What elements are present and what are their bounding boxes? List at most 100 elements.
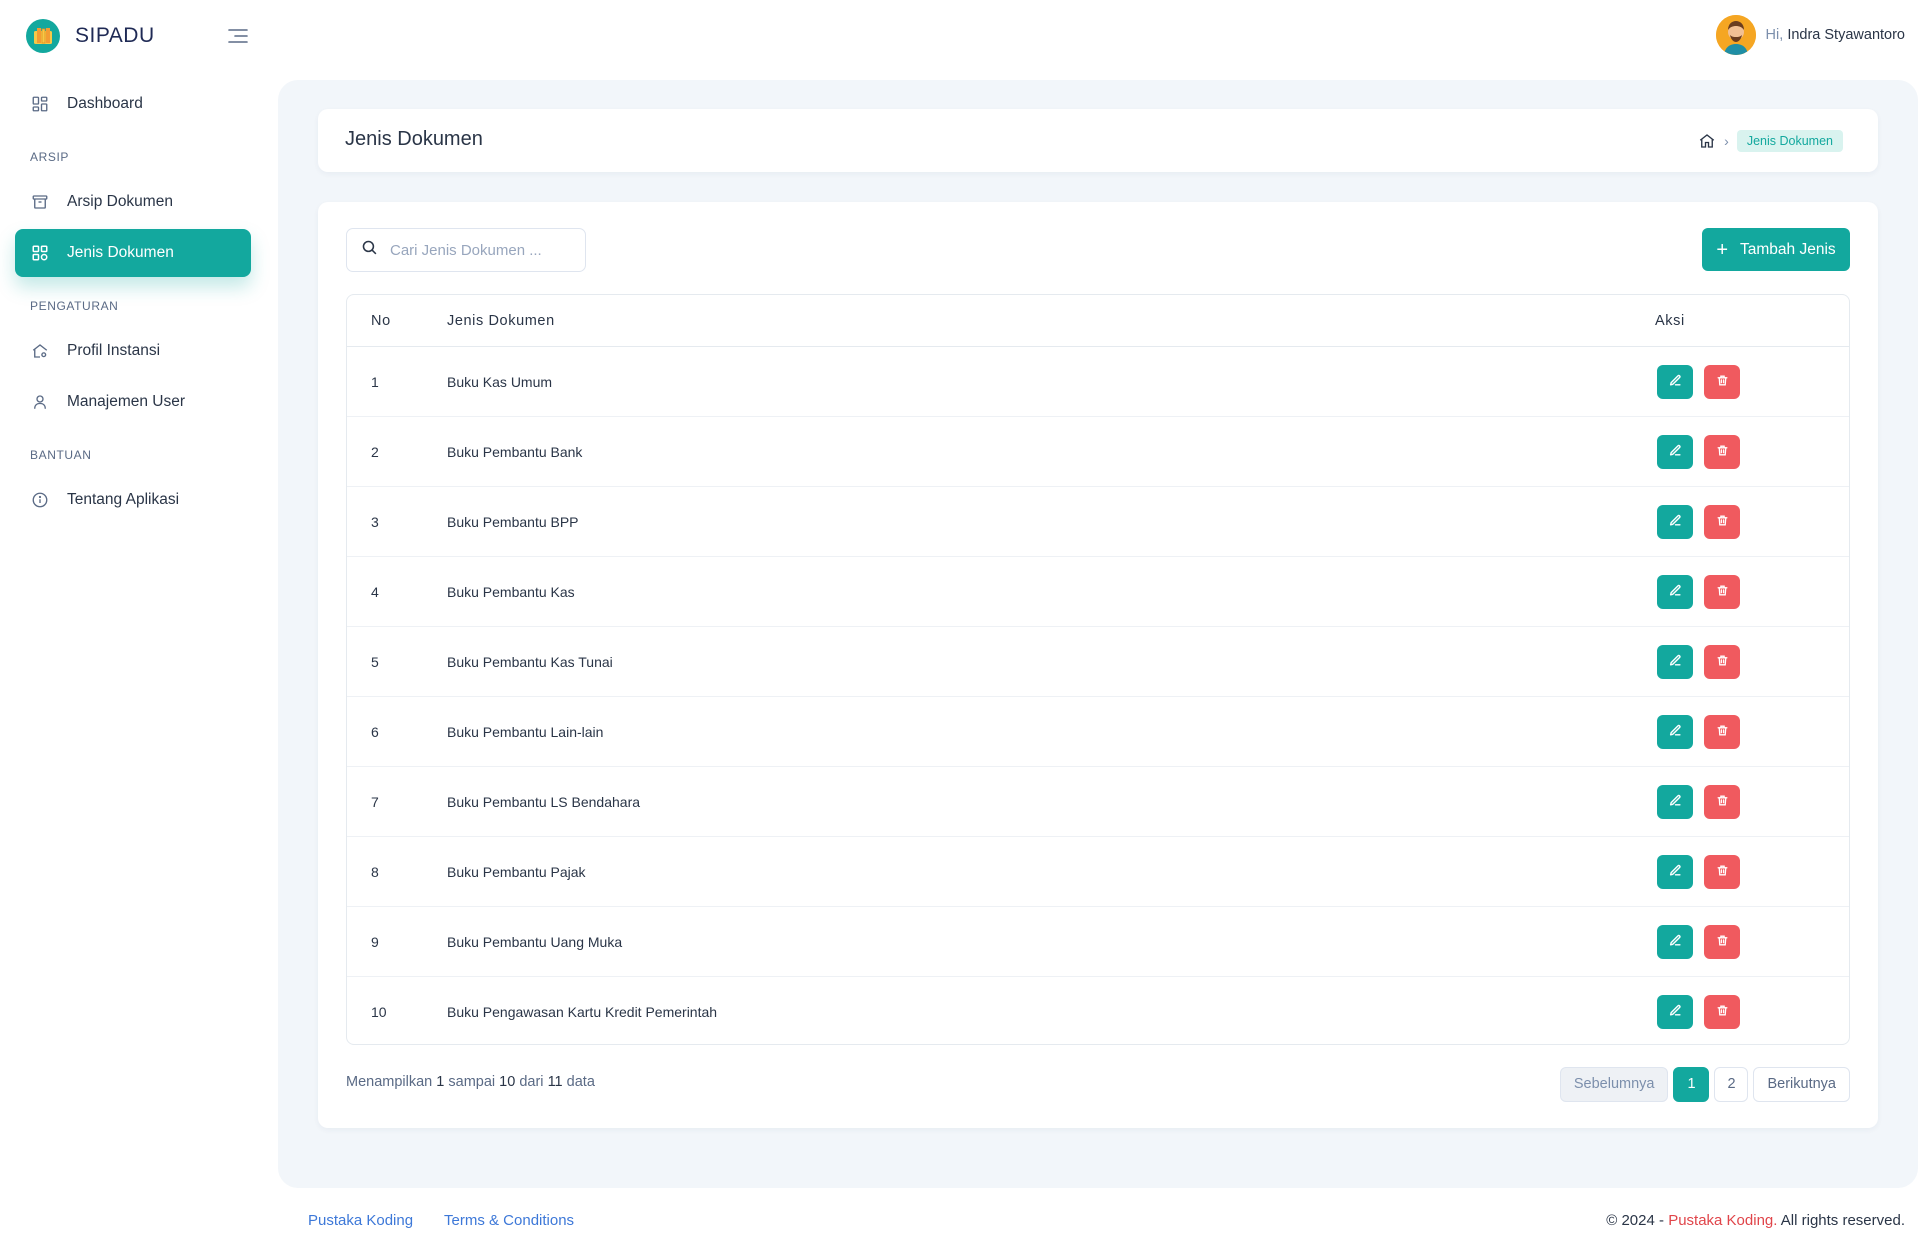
cell-aksi [1655,574,1849,609]
edit-icon [1669,374,1682,390]
home-settings-icon [30,341,50,361]
trash-icon [1716,444,1729,460]
sidebar-item-label: Tentang Aplikasi [67,491,180,508]
cell-jenis-dokumen: Buku Pembantu Uang Muka [447,933,623,950]
cell-jenis-dokumen: Buku Pembantu LS Bendahara [447,793,641,810]
cell-aksi [1655,995,1849,1029]
menu-toggle-icon[interactable] [226,24,250,48]
trash-icon [1716,654,1729,670]
sidebar-item-label: Dashboard [67,95,143,112]
edit-icon [1669,514,1682,530]
chevron-right-icon: › [1724,133,1729,149]
delete-button[interactable] [1704,995,1740,1029]
data-table: No Jenis Dokumen Aksi 1 Buku Kas Umum 2 Buk… [346,294,1850,1045]
sidebar-item-label: Profil Instansi [67,342,161,359]
edit-icon [1669,724,1682,740]
avatar[interactable] [1715,15,1756,55]
delete-button[interactable] [1704,574,1740,609]
sidebar-item-jenis-dokumen[interactable]: Jenis Dokumen [15,229,251,277]
edit-button[interactable] [1657,434,1693,469]
edit-button[interactable] [1657,924,1693,959]
copyright-brand-link[interactable]: Pustaka Koding. [1668,1212,1777,1229]
sidebar-section-arsip: ARSIP [30,150,70,164]
cell-aksi [1655,434,1849,469]
column-header-no[interactable]: No [347,313,447,329]
trash-icon [1716,514,1729,530]
greeting-text: Hi, [1765,27,1784,43]
app-name: SIPADU [75,24,155,47]
user-menu[interactable]: Hi, Indra Styawantoro [1715,14,1905,56]
cell-no: 9 [371,933,379,950]
table-row: 8 Buku Pembantu Pajak [347,837,1849,907]
cell-no: 4 [371,583,379,600]
delete-button[interactable] [1704,504,1740,539]
sidebar-item-dashboard[interactable]: Dashboard [15,80,251,128]
column-header-jenis[interactable]: Jenis Dokumen [447,313,1655,329]
sidebar-item-manajemen-user[interactable]: Manajemen User [15,378,251,426]
copyright: © 2024 - Pustaka Koding. All rights rese… [1606,1212,1905,1229]
delete-button[interactable] [1704,784,1740,819]
edit-button[interactable] [1657,784,1693,819]
copyright-prefix: © 2024 - [1606,1212,1665,1229]
cell-aksi [1655,364,1849,399]
table-row: 10 Buku Pengawasan Kartu Kredit Pemerinta… [347,977,1849,1044]
plus-icon: + [1716,238,1729,261]
table-row: 6 Buku Pembantu Lain-lain [347,697,1849,767]
add-jenis-button[interactable]: + Tambah Jenis [1702,228,1850,271]
edit-button[interactable] [1657,644,1693,679]
delete-button[interactable] [1704,644,1740,679]
cell-jenis-dokumen: Buku Pengawasan Kartu Kredit Pemerintah [447,1004,718,1020]
page-1-button[interactable]: 1 [1673,1066,1710,1102]
edit-button[interactable] [1657,574,1693,609]
cell-no: 1 [371,373,379,390]
sidebar-item-arsip-dokumen[interactable]: Arsip Dokumen [15,178,251,226]
user-icon [30,392,50,412]
sidebar-item-tentang-aplikasi[interactable]: Tentang Aplikasi [15,476,251,524]
info-icon [30,490,50,510]
footer-link-terms[interactable]: Terms & Conditions [444,1212,574,1229]
edit-button[interactable] [1657,995,1693,1029]
delete-button[interactable] [1704,364,1740,399]
sidebar-item-profil-instansi[interactable]: Profil Instansi [15,327,251,375]
edit-button[interactable] [1657,364,1693,399]
edit-button[interactable] [1657,504,1693,539]
cell-no: 7 [371,793,379,810]
home-icon[interactable] [1698,132,1716,150]
cell-aksi [1655,784,1849,819]
sidebar-item-label: Jenis Dokumen [67,244,174,261]
cell-jenis-dokumen: Buku Pembantu Bank [447,443,583,460]
table-card: + Tambah Jenis No Jenis Dokumen Aksi 1 Bu… [318,202,1878,1128]
page-2-button[interactable]: 2 [1714,1066,1749,1102]
cell-jenis-dokumen: Buku Pembantu Kas Tunai [447,653,613,670]
edit-icon [1669,654,1682,670]
search-box[interactable] [346,228,586,272]
delete-button[interactable] [1704,714,1740,749]
cell-aksi [1655,714,1849,749]
info-to: 10 [499,1074,516,1090]
brand[interactable]: SIPADU [26,18,155,54]
search-input[interactable] [390,241,570,259]
add-jenis-label: Tambah Jenis [1740,240,1836,258]
delete-button[interactable] [1704,434,1740,469]
delete-button[interactable] [1704,924,1740,959]
info-prefix: Menampilkan [346,1074,433,1090]
edit-icon [1669,934,1682,950]
breadcrumb-current: Jenis Dokumen [1736,130,1843,152]
sidebar-section-pengaturan: PENGATURAN [30,299,119,313]
table-row: 7 Buku Pembantu LS Bendahara [347,767,1849,837]
copyright-suffix: All rights reserved. [1780,1212,1905,1229]
edit-button[interactable] [1657,714,1693,749]
edit-button[interactable] [1657,854,1693,889]
delete-button[interactable] [1704,854,1740,889]
cell-no: 2 [371,443,379,460]
trash-icon [1716,1004,1729,1020]
info-total: 11 [547,1074,563,1090]
grid-icon [30,243,50,263]
table-row: 5 Buku Pembantu Kas Tunai [347,627,1849,697]
next-page-button[interactable]: Berikutnya [1753,1066,1850,1102]
info-mid1: sampai [448,1074,496,1090]
table-row: 4 Buku Pembantu Kas [347,557,1849,627]
prev-page-button[interactable]: Sebelumnya [1559,1066,1669,1102]
footer-link-pustaka[interactable]: Pustaka Koding [308,1212,413,1229]
cell-no: 10 [371,1004,387,1020]
